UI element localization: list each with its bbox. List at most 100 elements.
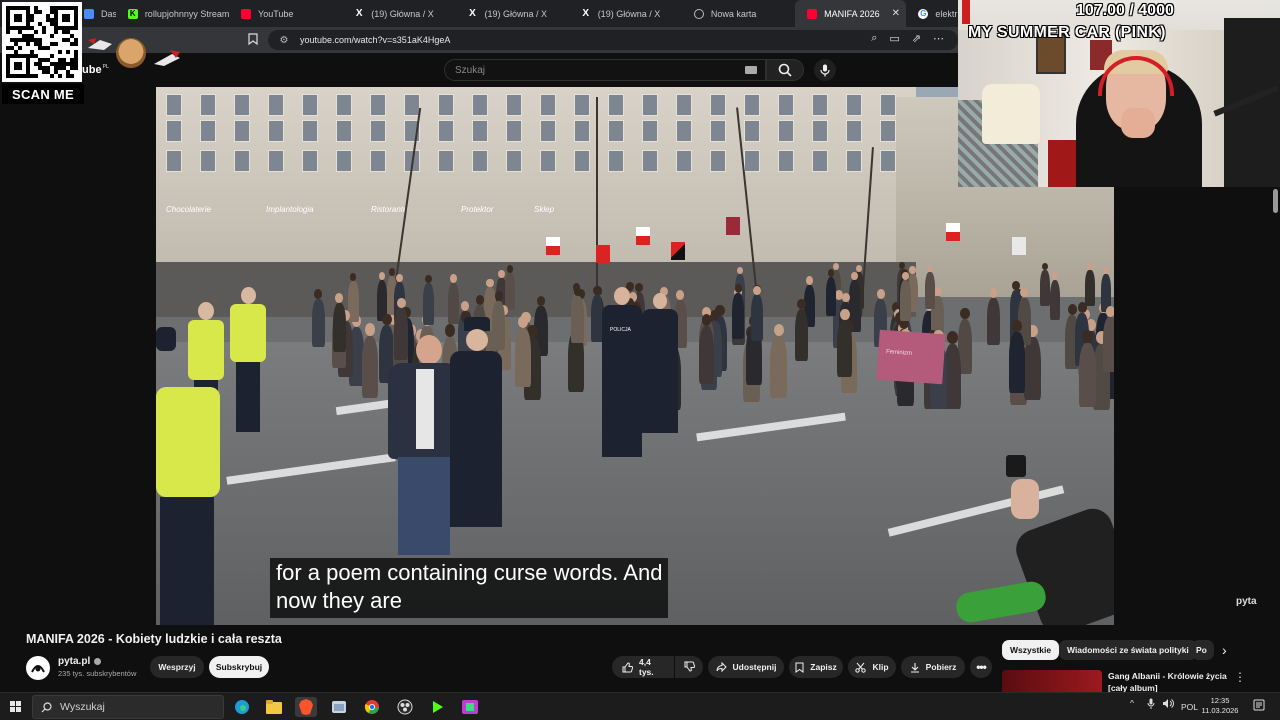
stream-emote-icon (154, 50, 180, 66)
tab-x-3[interactable]: X (19) Główna / X (569, 0, 682, 27)
crowd-person (837, 320, 853, 377)
like-button[interactable]: 4,4 tys. (612, 656, 674, 678)
url-field[interactable]: ⚙ youtube.com/watch?v=s351aK4HgeA ⌕ ▭ ⇗ … (268, 30, 958, 50)
channel-avatar[interactable] (26, 656, 50, 680)
clock-date: 11.03.2026 (1201, 706, 1239, 715)
tab-manifa-active[interactable]: MANIFA 2026 ✕ (795, 0, 907, 27)
verified-icon (94, 657, 102, 665)
share-icon[interactable]: ⇗ (912, 32, 921, 45)
crowd-person (423, 283, 435, 325)
building-window (506, 150, 522, 172)
voice-search-button[interactable] (814, 59, 836, 81)
channel-name[interactable]: pyta.pl (58, 656, 102, 667)
next-video-thumbnail[interactable] (1002, 670, 1102, 694)
subscribe-button[interactable]: Subskrybuj (209, 656, 269, 678)
tab-x-1[interactable]: X (19) Główna / X (342, 0, 455, 27)
crowd-head (486, 278, 494, 288)
tab-label: elektr (935, 8, 958, 19)
scrollbar-thumb[interactable] (1273, 189, 1278, 213)
channel-watermark: pyta (1236, 596, 1257, 607)
person-head (416, 335, 442, 365)
crowd-head (364, 323, 375, 336)
support-button[interactable]: Wesprzyj (150, 656, 204, 678)
crowd-person (361, 335, 379, 398)
scissors-icon (855, 662, 867, 673)
streaming-app-icon[interactable] (459, 697, 481, 717)
file-explorer-icon[interactable] (263, 697, 285, 717)
stream-emote-icon (88, 38, 112, 50)
crowd-head (701, 314, 712, 326)
game-title: MY SUMMER CAR (PINK) (968, 24, 1166, 41)
system-clock[interactable]: 12:35 11.03.2026 (1200, 696, 1240, 716)
kebab-menu-icon[interactable]: ⋮ (1234, 670, 1246, 684)
download-button[interactable]: Pobierz (901, 656, 965, 678)
bookmark-icon[interactable] (248, 33, 258, 45)
search-icon (41, 701, 52, 712)
tab-x-2[interactable]: X (19) Główna / X (455, 0, 568, 27)
translate-icon[interactable]: ⋯ (933, 32, 944, 45)
building-window (778, 150, 794, 172)
app-window-icon[interactable] (328, 697, 350, 717)
tab-label: Dash (101, 8, 116, 19)
crowd-head (1077, 302, 1087, 313)
tab-new-tab[interactable]: Nowa karta (682, 0, 795, 27)
tab-label: YouTube (258, 8, 294, 19)
save-button[interactable]: Zapisz (789, 656, 843, 678)
video-subtitles: for a poem containing curse words. And n… (270, 558, 669, 618)
flag (636, 227, 650, 245)
microphone-tray-icon[interactable] (1147, 698, 1155, 711)
share-button[interactable]: Udostępnij (708, 656, 784, 678)
dislike-button[interactable] (675, 656, 703, 678)
building-window (880, 150, 896, 172)
crowd-person (826, 276, 837, 316)
keyboard-icon[interactable] (745, 66, 757, 74)
police-officer (228, 287, 268, 437)
obs-studio-icon[interactable] (394, 697, 416, 717)
building-window (336, 150, 352, 172)
taskbar-search[interactable]: Wyszukaj (32, 695, 224, 719)
page-scrollbar[interactable] (1270, 187, 1280, 690)
building-window (506, 120, 522, 142)
next-video-title[interactable]: Gang Albanii - Królowie życia [cały albu… (1108, 670, 1238, 694)
cast-icon[interactable]: ▭ (889, 32, 899, 45)
kick-icon: K (127, 8, 138, 19)
input-language[interactable]: POL (1181, 702, 1198, 712)
volume-icon[interactable] (1162, 698, 1174, 711)
crowd-head (449, 274, 457, 283)
subtitle-line: now they are (276, 588, 402, 613)
brave-browser-icon[interactable] (295, 697, 317, 717)
tab-label: MANIFA 2026 (824, 8, 880, 19)
site-info-icon[interactable]: ⚙ (278, 34, 290, 46)
more-actions-button[interactable]: ••• (970, 656, 992, 678)
crowd-head (1067, 303, 1077, 315)
tray-overflow-icon[interactable]: ^ (1130, 698, 1134, 708)
search-input[interactable]: Szukaj (444, 59, 766, 81)
crowd-head (797, 298, 806, 310)
chip-politics[interactable]: Wiadomości ze świata polityki (1059, 640, 1197, 660)
edge-icon[interactable] (231, 697, 253, 717)
clip-button[interactable]: Klip (848, 656, 896, 678)
building-window (676, 94, 692, 116)
clock-time: 12:35 (1210, 696, 1230, 705)
tab-kick-stream[interactable]: K rollupjohnnyy Stream (116, 0, 229, 27)
chevron-right-icon[interactable]: › (1222, 642, 1227, 658)
search-button[interactable] (766, 59, 804, 81)
kick-app-icon[interactable] (427, 697, 449, 717)
zoom-icon[interactable]: ⌕ (871, 32, 877, 45)
chrome-icon[interactable] (361, 697, 383, 717)
tab-youtube[interactable]: YouTube (229, 0, 342, 27)
download-icon (910, 662, 920, 673)
chip-all[interactable]: Wszystkie (1002, 640, 1060, 660)
building-window (744, 150, 760, 172)
close-icon[interactable]: ✕ (892, 8, 900, 19)
crowd-person (987, 297, 1000, 346)
building-window (200, 120, 216, 142)
start-menu-icon[interactable] (10, 701, 22, 713)
building-window (642, 94, 658, 116)
building-window (200, 150, 216, 172)
save-label: Zapisz (810, 662, 837, 672)
notifications-icon[interactable] (1253, 699, 1265, 713)
chip-more[interactable]: Po (1192, 640, 1214, 660)
channel-name-text: pyta.pl (58, 656, 91, 667)
youtube-logo-fragment[interactable]: ubePL (82, 64, 109, 76)
